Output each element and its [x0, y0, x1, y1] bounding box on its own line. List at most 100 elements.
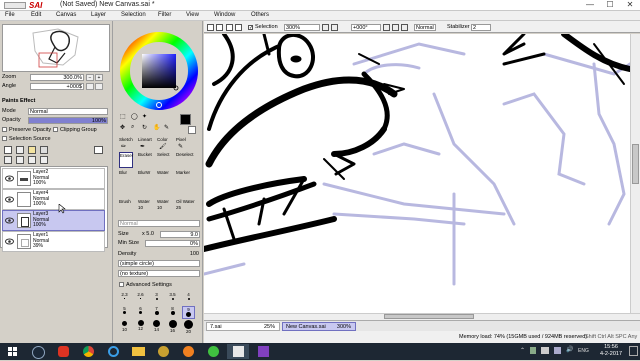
- toolbar-zoom-select[interactable]: 300%: [284, 24, 320, 31]
- tool-eraser[interactable]: Eraser: [119, 152, 133, 168]
- density-value[interactable]: 100: [118, 251, 200, 258]
- toolbar-zoom-in-icon[interactable]: [331, 24, 338, 31]
- clear-layer-icon[interactable]: [28, 156, 36, 164]
- rotate-left-button[interactable]: [86, 83, 94, 90]
- selection-checkbox[interactable]: ✓: [248, 25, 253, 31]
- tool-water2[interactable]: Water: [138, 199, 152, 204]
- layer-panel-menu-icon[interactable]: [40, 146, 48, 154]
- brush-size-preset[interactable]: 20: [182, 320, 195, 334]
- rotate-cw-icon[interactable]: [392, 24, 399, 31]
- merge-down-icon[interactable]: [16, 156, 24, 164]
- eyedropper-icon[interactable]: ✎: [164, 124, 169, 131]
- taskbar-ie[interactable]: [102, 344, 124, 359]
- brush-size-preset-selected[interactable]: 9: [182, 306, 195, 319]
- rotate-ccw-icon[interactable]: [383, 24, 390, 31]
- rect-select-icon[interactable]: ⬚: [120, 113, 126, 120]
- brush-blend-mode[interactable]: Normal: [118, 220, 200, 227]
- tray-wifi-icon[interactable]: [554, 347, 561, 354]
- taskbar-media[interactable]: [177, 344, 199, 359]
- tool-color[interactable]: Color: [157, 137, 171, 142]
- invert-selection-icon[interactable]: [235, 24, 242, 31]
- tray-network-icon[interactable]: [530, 347, 536, 354]
- brush-size-preset[interactable]: 2.6: [134, 292, 147, 305]
- brush-shape-select[interactable]: (simple circle): [118, 260, 200, 267]
- brush-size-preset[interactable]: 14: [150, 320, 163, 333]
- menu-selection[interactable]: Selection: [121, 12, 146, 18]
- brush-size-preset[interactable]: 6: [134, 306, 147, 319]
- zoom-value[interactable]: 300.0%: [30, 74, 84, 81]
- opacity-slider[interactable]: 100%: [28, 117, 108, 124]
- zoom-in-button[interactable]: +: [95, 74, 103, 81]
- preserve-opacity-checkbox[interactable]: [2, 127, 7, 132]
- clock[interactable]: 15:56 4-2-2017: [595, 344, 627, 359]
- maximize-button[interactable]: ☐: [600, 0, 620, 11]
- stabilizer-select[interactable]: 2: [471, 24, 491, 31]
- brush-texture-select[interactable]: (no texture): [118, 270, 200, 277]
- taskbar-app[interactable]: [152, 344, 174, 359]
- color-wheel[interactable]: [120, 32, 198, 110]
- lasso-icon[interactable]: ◯: [131, 113, 138, 120]
- brush-size-preset[interactable]: 2.3: [118, 292, 131, 305]
- undo-icon[interactable]: [207, 24, 214, 31]
- size-value[interactable]: 9.0: [160, 231, 200, 238]
- size-multiplier[interactable]: x 5.0: [142, 231, 154, 237]
- zoom-tool-icon[interactable]: ⌕: [131, 124, 134, 131]
- tool-marker[interactable]: Marker: [176, 170, 194, 175]
- horizontal-scrollbar[interactable]: [204, 313, 640, 320]
- tool-brush[interactable]: Brush: [119, 199, 133, 204]
- layer-row[interactable]: Layer1 Normal 39%: [2, 231, 105, 252]
- zoom-out-button[interactable]: −: [86, 74, 94, 81]
- toolbar-mode-select[interactable]: Normal: [414, 24, 436, 31]
- menu-canvas[interactable]: Canvas: [56, 12, 76, 18]
- menu-edit[interactable]: Edit: [31, 12, 41, 18]
- hand-icon[interactable]: ✋: [153, 124, 160, 131]
- layer-row-selected[interactable]: Layer3 Normal 100%: [2, 210, 105, 231]
- min-size-value[interactable]: 0%: [145, 240, 200, 247]
- tool-water[interactable]: Water: [157, 170, 171, 175]
- tool-water3[interactable]: Water: [157, 199, 171, 204]
- new-linework-layer-icon[interactable]: [16, 146, 24, 154]
- tray-volume-icon[interactable]: 🔊: [566, 346, 573, 353]
- brush-size-preset[interactable]: 5: [118, 306, 131, 319]
- brush-size-preset[interactable]: 10: [118, 320, 131, 333]
- eye-icon[interactable]: [5, 237, 14, 246]
- notifications-icon[interactable]: [629, 346, 638, 356]
- advanced-settings-checkbox[interactable]: [119, 282, 124, 287]
- taskbar-steam[interactable]: [27, 344, 49, 359]
- clipping-group-checkbox[interactable]: [53, 127, 58, 132]
- horizontal-scroll-thumb[interactable]: [384, 314, 474, 319]
- new-layer-icon[interactable]: [4, 146, 12, 154]
- menu-filter[interactable]: Filter: [158, 12, 171, 18]
- tool-deselect[interactable]: Deselect: [176, 152, 194, 157]
- taskbar-power[interactable]: [52, 344, 74, 359]
- taskbar-image-viewer[interactable]: [252, 344, 274, 359]
- toolbar-angle-select[interactable]: +000°: [351, 24, 381, 31]
- vertical-scrollbar[interactable]: [630, 34, 640, 313]
- brush-size-preset[interactable]: 7: [150, 306, 163, 319]
- tray-battery-icon[interactable]: [541, 347, 549, 354]
- eye-icon[interactable]: [5, 195, 14, 204]
- menu-file[interactable]: File: [5, 12, 15, 18]
- tool-blurw[interactable]: BlurW: [138, 170, 152, 175]
- move-icon[interactable]: ✥: [120, 124, 125, 131]
- tool-blur[interactable]: Blur: [119, 170, 133, 175]
- tool-lineart[interactable]: Lineart: [138, 137, 152, 142]
- brush-size-preset[interactable]: 8: [166, 306, 179, 319]
- taskbar-sai[interactable]: [227, 344, 249, 359]
- layer-thumbnail-toggle-icon[interactable]: [94, 146, 103, 154]
- transparent-color-swatch[interactable]: [188, 126, 196, 134]
- reset-rotation-icon[interactable]: [401, 24, 408, 31]
- tab-new-canvas[interactable]: New Canvas.sai 300%: [282, 322, 356, 331]
- brush-size-preset[interactable]: 12: [134, 320, 147, 333]
- drawing-canvas[interactable]: [204, 34, 630, 313]
- tool-pixel[interactable]: Pixel: [176, 137, 190, 142]
- brush-size-preset[interactable]: 3: [150, 292, 163, 305]
- primary-color-swatch[interactable]: [180, 114, 191, 125]
- menu-window[interactable]: Window: [214, 12, 235, 18]
- vertical-scroll-thumb[interactable]: [632, 144, 639, 184]
- eye-icon[interactable]: [5, 174, 14, 183]
- selection-source-checkbox[interactable]: [2, 136, 7, 141]
- paints-effect-header[interactable]: Paints Effect: [2, 98, 35, 104]
- taskbar-chrome[interactable]: [77, 344, 99, 359]
- toolbar-zoom-out-icon[interactable]: [322, 24, 329, 31]
